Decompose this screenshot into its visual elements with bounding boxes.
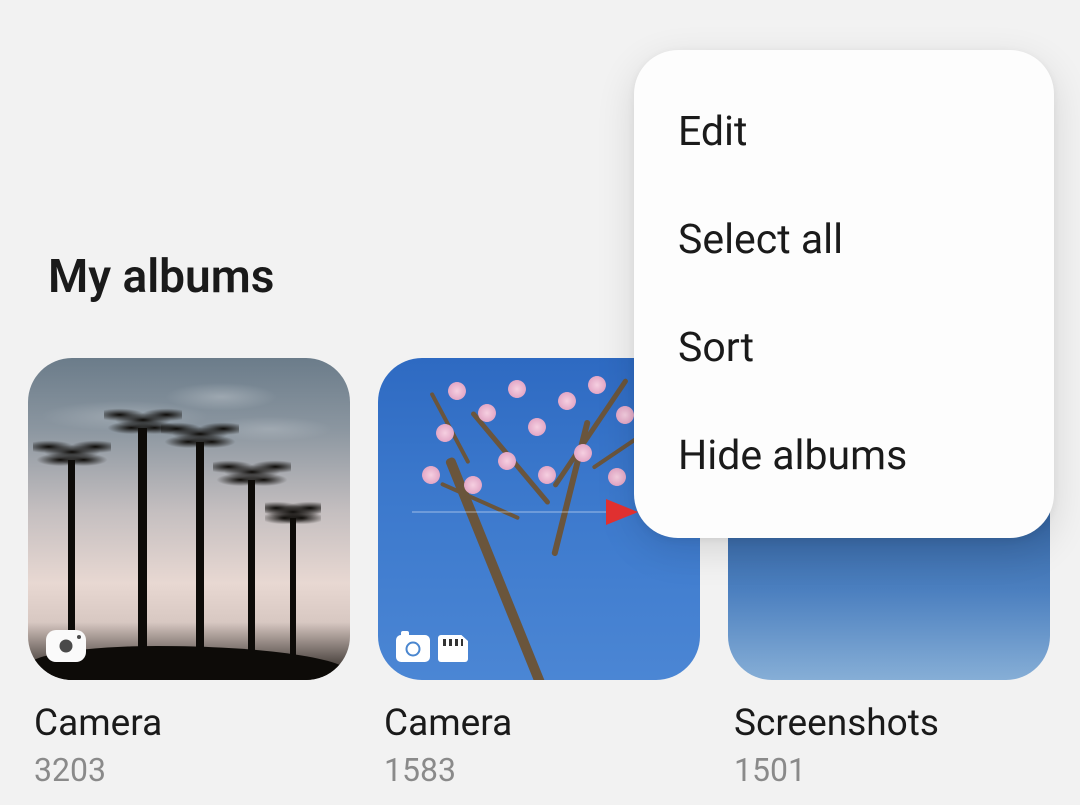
menu-item-edit[interactable]: Edit: [634, 78, 1054, 186]
sd-card-icon: [438, 635, 468, 662]
album-count: 1583: [378, 751, 700, 789]
album-count: 3203: [28, 751, 350, 789]
album-name: Camera: [28, 702, 350, 745]
album-count: 1501: [728, 751, 1050, 789]
album-name: Screenshots: [728, 702, 1050, 745]
menu-item-hide-albums[interactable]: Hide albums: [634, 402, 1054, 510]
camera-icon: [396, 635, 430, 662]
menu-item-select-all[interactable]: Select all: [634, 186, 1054, 294]
menu-item-sort[interactable]: Sort: [634, 294, 1054, 402]
page-title: My albums: [48, 250, 274, 304]
album-card[interactable]: Camera 3203: [28, 358, 350, 789]
album-thumbnail[interactable]: [28, 358, 350, 680]
overflow-menu: Edit Select all Sort Hide albums: [634, 50, 1054, 538]
camera-icon: [46, 630, 86, 662]
album-name: Camera: [378, 702, 700, 745]
